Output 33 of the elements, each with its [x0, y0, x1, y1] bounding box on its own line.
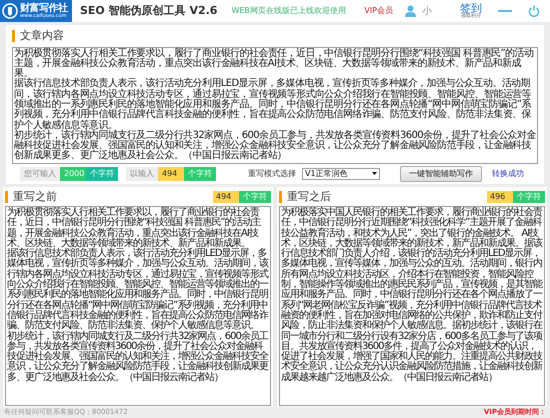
count-unit: 个字符	[513, 190, 545, 203]
title-accent-bar	[279, 190, 282, 203]
section-title: 重写之前	[13, 188, 57, 204]
power-icon[interactable]	[528, 5, 540, 17]
count-unit: 个字符	[239, 190, 271, 203]
count-value: 494	[213, 190, 239, 203]
text-paragraph: 初步统计，该行辖内同城支行及二级分行共32家网点，600余员工参与，共发放各类宣传资料3600余份，提升了社会公众对金融科技促进社会发展、强国富民的认知和关注，增强公众金融科技安全意识，让公众充分了解金融风险防范手段，让金融科技创新成果更多、更广泛地惠及社会公众。（中国日报云南记者站）	[7, 332, 269, 384]
stat-unit: 个字符	[184, 166, 216, 180]
mode-select[interactable]: V1正常润色	[302, 168, 380, 180]
title-accent-bar	[12, 30, 15, 42]
count-value: 496	[487, 190, 513, 203]
stat-label: 以输入	[126, 166, 158, 180]
username: 小	[422, 4, 433, 18]
text-paragraph: 据该行信息技术部负责人表示，该行活动充分利用LED显示屏，多媒体电视，宣传折页等多种媒介，加强与公众互动。活动期间，该行辖内各网点均设立科技活动专区，通过易拉宝，宣传视频等形式向公众介绍我行在智能投顾、智能风控、智能运营等领域推出的一系列惠民利民的落地智能化应用和服务产品。同时，中信银行昆明分行还在各网点轮播“网中网信萌宝防骗记”系列视频，充分利用中信银行品牌代言科技金融的便利性，旨在提高公众防范电信网络诈骗、防范支付风险、防范非法集资、保护个人敏感信息等意识。	[14, 79, 532, 131]
stat-value: 2000	[60, 166, 86, 180]
stat-label: 您可输入	[20, 166, 60, 180]
section-title: 文章内容	[20, 28, 64, 44]
title-accent-bar	[5, 190, 8, 203]
notice-text: WEB网页在线版已上线欢迎使用	[231, 5, 346, 17]
app-title: SEO 智能伪原创工具 V2.6	[80, 2, 218, 19]
text-paragraph: 初步统计，该行辖内同城支行及二级分行共32家网点，600余员工参与，共发放各类宣传资料3600余份，提升了社会公众对金融科技促进社会发展、强国富民的认知和关注，增强公众金融科技安全意识，让公众充分了解金融风险防范手段，让金融科技创新成果更多、更广泛地惠及社会公众。（中国日报云南记者站）	[14, 130, 536, 162]
stat-value: 494	[158, 166, 184, 180]
pencil-circle-icon	[2, 3, 18, 19]
assist-write-button[interactable]: 一键智能辅助写作	[400, 166, 482, 182]
caret-icon	[372, 172, 377, 175]
section-title: 重写之后	[287, 188, 331, 204]
vip-label: VIP会员	[364, 5, 393, 17]
stat-unit: 个字符	[86, 166, 118, 180]
text-paragraph: 据该行信息技术部负责人表示，该行活动充分利用LED显示屏，多媒体电视，宣传折页等多种媒介，加强与公众互动。活动期间，该行辖内各网点均设立科技活动专区，通过易拉宝，宣传视频等形式向公众介绍我行在智能投顾、智能风控、智能运营等领域推出的一系列惠民利民的落地智能化应用和服务产品。同时，中信银行昆明分行还在各网点轮播“网中网信萌宝防骗记”系列视频，充分利用中信银行品牌代言科技金融的便利性，旨在提高公众防范电信网络诈骗、防范支付风险、防范非法集资、保护个人敏感信息等意识。	[7, 249, 269, 332]
status-text: 转换成功	[492, 168, 524, 180]
mode-label: 重写模式选择	[248, 168, 296, 180]
logo-name: 财富写作社	[20, 4, 68, 14]
user-icon[interactable]	[405, 5, 416, 17]
